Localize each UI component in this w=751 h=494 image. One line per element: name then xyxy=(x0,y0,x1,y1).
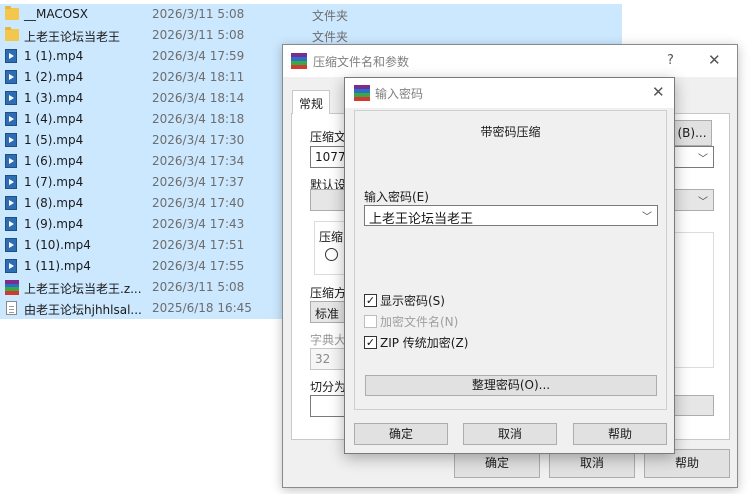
organize-passwords-button[interactable]: 整理密码(O)... xyxy=(365,375,657,396)
format-radio-rar[interactable] xyxy=(325,248,338,261)
file-name: 上老王论坛当老王 xyxy=(24,30,121,44)
password-cancel-button[interactable]: 取消 xyxy=(463,423,557,445)
archive-name-label: 压缩文 xyxy=(310,130,347,144)
file-date: 2026/3/4 17:40 xyxy=(152,196,245,210)
file-name: 1 (1).mp4 xyxy=(24,49,84,63)
video-file-icon xyxy=(5,49,19,63)
dictionary-size-label: 字典大 xyxy=(310,333,347,347)
file-date: 2026/3/4 18:18 xyxy=(152,112,245,126)
file-name: __MACOSX xyxy=(24,7,89,21)
file-name: 1 (3).mp4 xyxy=(24,91,84,105)
password-heading: 带密码压缩 xyxy=(480,125,541,139)
file-date: 2026/3/4 17:59 xyxy=(152,49,245,63)
file-date: 2026/3/4 17:34 xyxy=(152,154,245,168)
file-name: 1 (9).mp4 xyxy=(24,217,84,231)
file-date: 2026/3/4 17:51 xyxy=(152,238,245,252)
file-name: 1 (4).mp4 xyxy=(24,112,84,126)
winrar-archive-icon xyxy=(5,280,19,295)
close-icon[interactable]: ✕ xyxy=(708,51,721,69)
file-name: 1 (5).mp4 xyxy=(24,133,84,147)
file-type: 文件夹 xyxy=(312,9,349,23)
video-file-icon xyxy=(5,196,19,210)
file-type: 文件夹 xyxy=(312,30,349,44)
password-dialog-titlebar[interactable]: 输入密码 ✕ xyxy=(345,78,674,108)
password-help-button[interactable]: 帮助 xyxy=(573,423,667,445)
file-name: 1 (2).mp4 xyxy=(24,70,84,84)
show-password-checkbox[interactable]: 显示密码(S) xyxy=(364,292,445,309)
file-date: 2026/3/11 5:08 xyxy=(152,28,245,42)
video-file-icon xyxy=(5,70,19,84)
chevron-down-icon[interactable]: ﹀ xyxy=(698,193,708,208)
archive-format-label: 压缩 xyxy=(319,230,344,244)
split-volume-label: 切分为 xyxy=(310,380,347,394)
checkbox-checked[interactable] xyxy=(364,336,377,349)
chevron-down-icon[interactable]: ﹀ xyxy=(698,150,708,165)
file-date: 2025/6/18 16:45 xyxy=(152,301,252,315)
file-row[interactable]: 由老王论坛hjhhlsal... 2025/6/18 16:45 xyxy=(0,298,282,319)
zip-legacy-encryption-checkbox[interactable]: ZIP 传统加密(Z) xyxy=(364,334,468,351)
file-date: 2026/3/4 18:14 xyxy=(152,91,245,105)
password-dialog-title: 输入密码 xyxy=(375,87,424,101)
file-date: 2026/3/11 5:08 xyxy=(152,280,245,294)
password-dialog: 输入密码 ✕ 带密码压缩 输入密码(E) 上老王论坛当老王 ﹀ 显示密码(S) … xyxy=(344,77,675,454)
file-name: 1 (8).mp4 xyxy=(24,196,84,210)
video-file-icon xyxy=(5,238,19,252)
winrar-icon xyxy=(291,53,307,69)
file-name: 1 (11).mp4 xyxy=(24,259,91,273)
file-date: 2026/3/4 18:11 xyxy=(152,70,245,84)
password-ok-button[interactable]: 确定 xyxy=(354,423,448,445)
file-date: 2026/3/11 5:08 xyxy=(152,7,245,21)
checkbox-checked[interactable] xyxy=(364,294,377,307)
video-file-icon xyxy=(5,175,19,189)
folder-icon xyxy=(5,27,19,42)
checkbox-unchecked[interactable] xyxy=(364,315,377,328)
folder-icon xyxy=(5,6,19,21)
video-file-icon xyxy=(5,133,19,147)
file-row[interactable]: __MACOSX 2026/3/11 5:08 文件夹 xyxy=(0,4,622,25)
password-options-panel: 带密码压缩 输入密码(E) 上老王论坛当老王 ﹀ 显示密码(S) 加密文件名(N… xyxy=(354,110,667,410)
chevron-down-icon[interactable]: ﹀ xyxy=(642,208,652,223)
file-row[interactable]: 上老王论坛当老王 2026/3/11 5:08 文件夹 xyxy=(0,25,622,46)
video-file-icon xyxy=(5,112,19,126)
password-input[interactable]: 上老王论坛当老王 ﹀ xyxy=(364,205,658,226)
browse-button[interactable]: (B)... xyxy=(672,120,712,146)
winrar-icon xyxy=(354,85,370,101)
encrypt-filenames-checkbox[interactable]: 加密文件名(N) xyxy=(364,313,458,330)
video-file-icon xyxy=(5,217,19,231)
help-icon[interactable]: ? xyxy=(667,53,674,68)
file-date: 2026/3/4 17:37 xyxy=(152,175,245,189)
dialog-title: 压缩文件名和参数 xyxy=(313,55,410,69)
video-file-icon xyxy=(5,259,19,273)
file-name: 1 (7).mp4 xyxy=(24,175,84,189)
file-date: 2026/3/4 17:43 xyxy=(152,217,245,231)
file-name: 1 (10).mp4 xyxy=(24,238,91,252)
file-name: 由老王论坛hjhhlsal... xyxy=(24,303,142,317)
tab-general[interactable]: 常规 xyxy=(292,90,331,114)
file-name: 上老王论坛当老王.z... xyxy=(24,282,142,296)
video-file-icon xyxy=(5,91,19,105)
password-label: 输入密码(E) xyxy=(364,190,429,204)
file-date: 2026/3/4 17:55 xyxy=(152,259,245,273)
dialog-titlebar[interactable]: 压缩文件名和参数 ? ✕ xyxy=(283,45,737,77)
text-file-icon xyxy=(5,301,19,315)
file-name: 1 (6).mp4 xyxy=(24,154,84,168)
video-file-icon xyxy=(5,154,19,168)
file-date: 2026/3/4 17:30 xyxy=(152,133,245,147)
compression-method-label: 压缩方 xyxy=(310,286,347,300)
close-icon[interactable]: ✕ xyxy=(652,83,665,101)
